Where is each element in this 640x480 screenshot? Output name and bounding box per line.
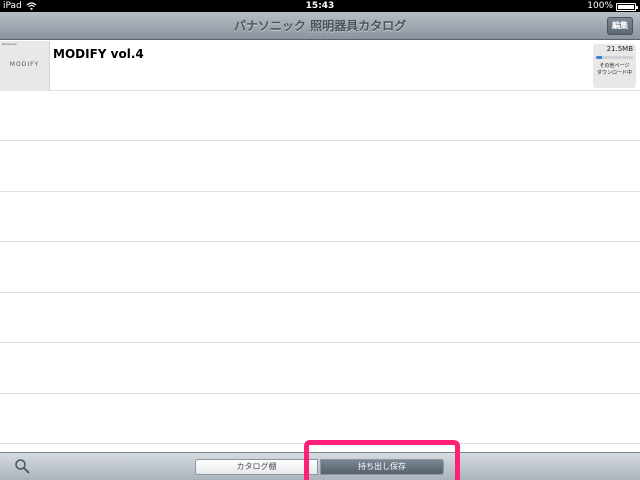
status-time: 15:43 (305, 1, 335, 11)
file-size: 21.5MB (606, 45, 633, 53)
download-status-box[interactable]: 21.5MB その他ページ ダウンロード中 (593, 44, 636, 88)
empty-row (0, 192, 640, 242)
battery-percent: 100% (587, 1, 613, 11)
thumbnail-title: MODIFY (9, 61, 40, 68)
tab-catalog-shelf[interactable]: カタログ棚 (195, 459, 318, 475)
edit-button[interactable]: 編集 (607, 17, 633, 35)
status-bar: iPad 15:43 100% (0, 0, 640, 12)
battery-icon (616, 2, 638, 11)
tab-saved-offline[interactable]: 持ち出し保存 (320, 459, 444, 475)
empty-row (0, 91, 640, 141)
empty-row (0, 243, 640, 293)
download-status-text: その他ページ ダウンロード中 (596, 63, 632, 76)
download-progress-fill (596, 56, 602, 59)
catalog-item[interactable]: Panasonic MODIFY MODIFY vol.4 21.5MB その他… (0, 41, 640, 91)
empty-row (0, 394, 640, 444)
empty-row (0, 293, 640, 343)
empty-row (0, 142, 640, 192)
page-title: パナソニック 照明器具カタログ (233, 19, 407, 33)
catalog-thumbnail: Panasonic MODIFY (0, 41, 50, 91)
thumbnail-brand: Panasonic (2, 42, 18, 46)
navigation-bar: パナソニック 照明器具カタログ 編集 (0, 12, 640, 40)
status-right: 100% (587, 0, 638, 12)
catalog-list: Panasonic MODIFY MODIFY vol.4 21.5MB その他… (0, 41, 640, 451)
search-icon[interactable] (14, 458, 30, 474)
catalog-title: MODIFY vol.4 (53, 47, 144, 61)
download-progress-bar (596, 56, 633, 59)
empty-row (0, 344, 640, 394)
bottom-toolbar: カタログ棚 持ち出し保存 (0, 452, 640, 480)
